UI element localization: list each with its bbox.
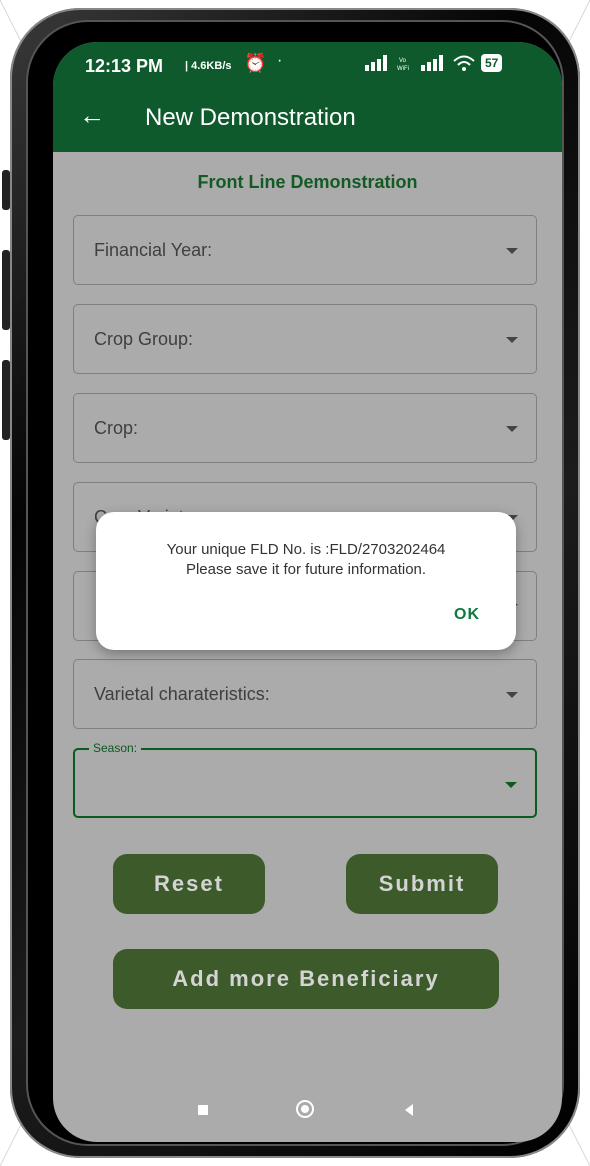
status-time: 12:13 PM	[85, 56, 164, 76]
power-button	[2, 360, 10, 440]
chevron-down-icon	[506, 337, 518, 343]
dialog-line-1: Your unique FLD No. is :FLD/2703202464	[166, 541, 446, 558]
svg-text:WiFi: WiFi	[397, 66, 409, 71]
financial-year-dropdown[interactable]: Financial Year:	[73, 215, 537, 285]
screen: 12:13 PM | 4.6KB/s ⏰ · Vo WiFi 57 ← New …	[53, 42, 562, 1142]
reset-button[interactable]: Reset	[113, 854, 265, 914]
status-bar: 12:13 PM | 4.6KB/s ⏰ · Vo WiFi 57	[53, 52, 562, 82]
ok-button[interactable]: OK	[454, 606, 480, 624]
season-label: Season:	[89, 741, 142, 755]
chevron-down-icon	[506, 248, 518, 254]
add-more-beneficiary-button[interactable]: Add more Beneficiary	[113, 949, 499, 1009]
section-title: Front Line Demonstration	[197, 172, 418, 192]
signal-icon	[365, 55, 387, 71]
arrow-left-icon[interactable]: ←	[79, 100, 105, 131]
alarm-icon: ⏰	[244, 53, 267, 73]
home-icon[interactable]	[296, 1100, 314, 1118]
chevron-down-icon	[506, 426, 518, 432]
svg-text:Vo: Vo	[399, 58, 407, 64]
signal-2-icon	[421, 55, 443, 71]
submit-button[interactable]: Submit	[346, 854, 498, 914]
crop-group-dropdown[interactable]: Crop Group:	[73, 304, 537, 374]
wifi-icon	[453, 55, 475, 71]
varietal-characteristics-dropdown[interactable]: Varietal charateristics:	[73, 659, 537, 729]
dialog-message: Your unique FLD No. is :FLD/2703202464 P…	[96, 540, 516, 580]
app-bar: 12:13 PM | 4.6KB/s ⏰ · Vo WiFi 57 ← New …	[53, 42, 562, 152]
crop-dropdown[interactable]: Crop:	[73, 393, 537, 463]
network-speed: | 4.6KB/s	[185, 60, 232, 72]
notification-dot-icon: ·	[277, 52, 283, 69]
field-label: Varietal charateristics:	[94, 684, 270, 704]
season-dropdown[interactable]: Season:	[73, 741, 537, 818]
field-label: Financial Year:	[94, 240, 213, 260]
status-icons: Vo WiFi 57	[365, 54, 503, 72]
vowifi-icon: Vo WiFi	[397, 58, 409, 71]
chevron-down-icon	[506, 692, 518, 698]
recents-icon[interactable]	[198, 1105, 208, 1115]
system-nav-bar	[53, 1092, 562, 1132]
fld-number-dialog: Your unique FLD No. is :FLD/2703202464 P…	[96, 512, 516, 650]
dialog-line-2: Please save it for future information.	[185, 561, 427, 578]
field-label: Crop:	[94, 418, 139, 438]
battery-icon: 57	[481, 54, 503, 72]
chevron-down-icon	[505, 782, 517, 788]
volume-button	[2, 250, 10, 330]
back-nav-icon[interactable]	[405, 1104, 413, 1116]
field-label: Crop Group:	[94, 329, 194, 349]
page-title: New Demonstration	[145, 104, 356, 131]
side-button	[2, 170, 10, 210]
